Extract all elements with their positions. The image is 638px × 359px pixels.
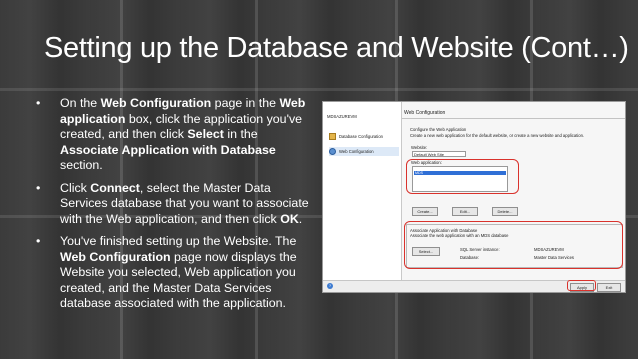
window-frame-line — [0, 88, 638, 91]
website-label: Website: — [411, 145, 428, 150]
nav-item-web-configuration[interactable]: Web Configuration — [329, 147, 399, 156]
highlight-apply — [567, 280, 596, 291]
bullet-dot: • — [36, 180, 41, 195]
highlight-associate — [404, 221, 623, 269]
page-title: Web Configuration — [404, 110, 446, 116]
database-icon — [329, 133, 336, 140]
config-heading: Configure the Web Application — [410, 127, 467, 132]
nav-item-database-configuration[interactable]: Database Configuration — [329, 132, 399, 141]
navigation-pane: MDSAZUREVM Database Configuration Web Co… — [323, 102, 402, 280]
help-icon[interactable]: ? — [327, 283, 333, 289]
bullet-item: • Click Connect, select the Master Data … — [36, 180, 309, 226]
delete-button[interactable]: Delete... — [492, 207, 518, 216]
bullet-dot: • — [36, 96, 41, 110]
bullet-item: • You've finished setting up the Website… — [36, 234, 297, 310]
config-description: Create a new web application for the def… — [410, 133, 585, 138]
bullet-list: • On the Web Configuration page in the W… — [36, 96, 316, 319]
bullet-dot: • — [36, 234, 41, 248]
create-button[interactable]: Create... — [412, 207, 438, 216]
divider — [402, 118, 625, 119]
server-name: MDSAZUREVM — [327, 114, 357, 119]
config-manager-window: MDSAZUREVM Database Configuration Web Co… — [322, 101, 626, 293]
website-dropdown[interactable]: Default Web Site — [412, 151, 466, 157]
highlight-webapp — [406, 159, 519, 194]
bullet-item: • On the Web Configuration page in the W… — [36, 96, 306, 172]
exit-button[interactable]: Exit — [597, 283, 621, 292]
edit-button[interactable]: Edit... — [452, 207, 478, 216]
slide-title: Setting up the Database and Website (Con… — [44, 32, 629, 64]
globe-icon — [329, 148, 336, 155]
